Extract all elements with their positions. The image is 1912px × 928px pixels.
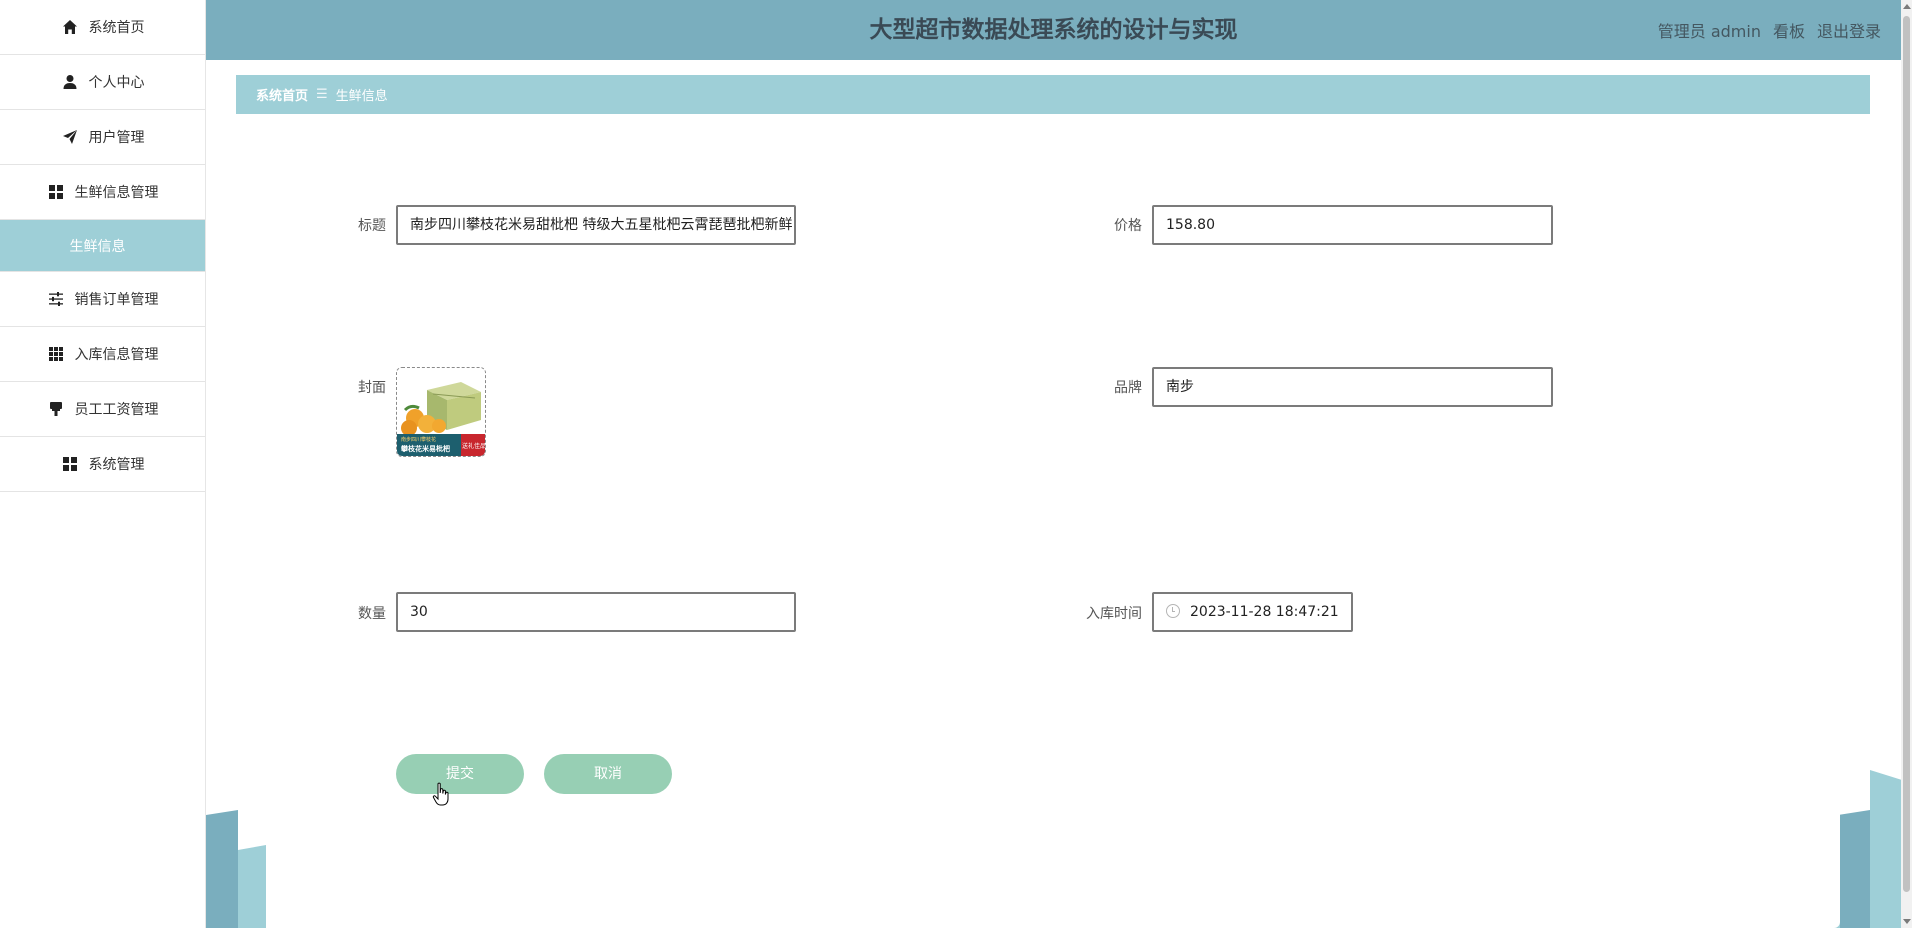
sidebar-item-label: 系统管理	[88, 457, 145, 473]
apps-icon	[47, 345, 65, 363]
price-label: 价格	[1114, 218, 1142, 234]
brand-label: 品牌	[1114, 380, 1142, 396]
sidebar: 系统首页 个人中心 用户管理 生鲜信息管理 生鲜信息 销售订单管理 入库信息管理	[0, 0, 206, 928]
sidebar-item-label: 入库信息管理	[74, 347, 159, 363]
scroll-thumb[interactable]	[1903, 16, 1910, 892]
cover-upload[interactable]: 南步四川攀枝花 攀枝花米易枇杷 送礼佳品	[396, 367, 486, 457]
stock-time-label: 入库时间	[1086, 606, 1142, 622]
header-actions: 管理员 admin 看板 退出登录	[1658, 0, 1881, 60]
scroll-down-icon[interactable]	[1903, 919, 1911, 924]
home-icon	[61, 18, 79, 36]
app-title: 大型超市数据处理系统的设计与实现	[869, 17, 1238, 43]
title-label: 标题	[358, 218, 386, 234]
sidebar-subitem-fresh[interactable]: 生鲜信息	[0, 220, 205, 272]
cover-title-text: 攀枝花米易枇杷	[400, 444, 450, 453]
breadcrumb-home[interactable]: 系统首页	[256, 85, 308, 104]
breadcrumb-separator: ☰	[316, 87, 328, 102]
sidebar-item-label: 员工工资管理	[74, 402, 159, 418]
sidebar-item-sales-orders[interactable]: 销售订单管理	[0, 272, 205, 327]
sidebar-item-profile[interactable]: 个人中心	[0, 55, 205, 110]
quantity-input[interactable]: 30	[396, 592, 796, 632]
scroll-up-icon[interactable]	[1903, 4, 1911, 9]
sidebar-item-salary[interactable]: 员工工资管理	[0, 382, 205, 437]
logout-link[interactable]: 退出登录	[1817, 18, 1881, 42]
sidebar-subitem-label: 生鲜信息	[69, 238, 126, 255]
grid-icon	[61, 455, 79, 473]
sidebar-item-label: 销售订单管理	[74, 292, 159, 308]
sidebar-item-fresh-info[interactable]: 生鲜信息管理	[0, 165, 205, 220]
sidebar-item-label: 生鲜信息管理	[74, 185, 159, 201]
vertical-scrollbar[interactable]	[1901, 0, 1912, 928]
stock-time-picker[interactable]: 2023-11-28 18:47:21	[1152, 592, 1353, 632]
top-header: 大型超市数据处理系统的设计与实现 管理员 admin 看板 退出登录	[206, 0, 1901, 60]
breadcrumb-current: 生鲜信息	[335, 89, 388, 104]
current-user: 管理员 admin	[1657, 22, 1761, 41]
sidebar-item-home[interactable]: 系统首页	[0, 0, 205, 55]
sidebar-item-system[interactable]: 系统管理	[0, 437, 205, 492]
sidebar-item-label: 系统首页	[88, 20, 145, 36]
hand-cursor-icon	[432, 782, 449, 806]
cover-top-text: 南步四川攀枝花	[401, 436, 436, 443]
grid-icon	[47, 183, 65, 201]
cancel-button[interactable]: 取消	[544, 754, 672, 794]
cover-label: 封面	[358, 380, 386, 396]
send-icon	[61, 128, 79, 146]
breadcrumb: 系统首页 ☰ 生鲜信息	[236, 75, 1870, 114]
title-input[interactable]: 南步四川攀枝花米易甜枇杷 特级大五星枇杷云霄琵琶批杷新鲜	[396, 205, 796, 245]
content-card-bottom	[266, 780, 1840, 928]
clock-icon	[1166, 603, 1180, 618]
stock-time-value: 2023-11-28 18:47:21	[1190, 604, 1339, 620]
user-icon	[61, 73, 79, 91]
dashboard-link[interactable]: 看板	[1773, 18, 1805, 42]
brush-icon	[47, 400, 65, 418]
sidebar-item-users[interactable]: 用户管理	[0, 110, 205, 165]
cover-badge-text: 送礼佳品	[462, 442, 485, 450]
quantity-label: 数量	[358, 606, 386, 622]
sidebar-item-stock-info[interactable]: 入库信息管理	[0, 327, 205, 382]
brand-input[interactable]: 南步	[1152, 367, 1553, 407]
sliders-icon	[47, 290, 65, 308]
sidebar-item-label: 个人中心	[88, 75, 145, 91]
submit-button[interactable]: 提交	[396, 754, 524, 794]
sidebar-item-label: 用户管理	[88, 130, 145, 146]
cover-thumbnail-image: 南步四川攀枝花 攀枝花米易枇杷 送礼佳品	[397, 368, 485, 456]
price-input[interactable]: 158.80	[1152, 205, 1553, 245]
